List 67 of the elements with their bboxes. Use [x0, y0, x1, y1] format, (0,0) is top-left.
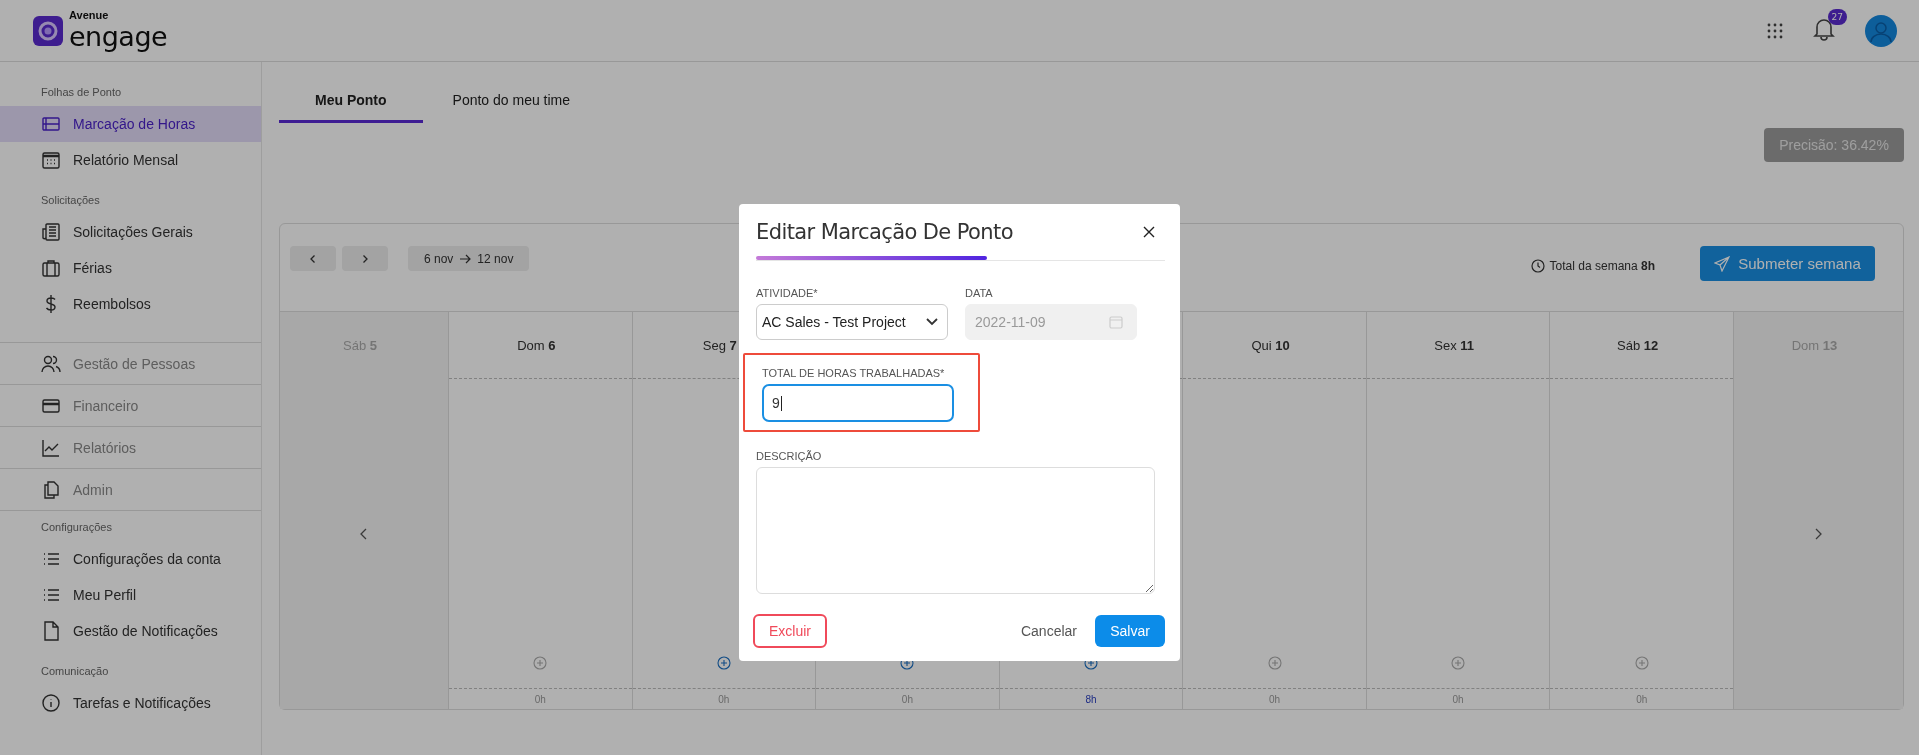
sidebar-item[interactable]: Marcação de Horas: [0, 106, 261, 142]
logo-icon: [33, 15, 63, 46]
sidebar-item[interactable]: Gestão de Notificações: [0, 613, 261, 649]
day-hours: 0h: [1452, 693, 1464, 705]
day-header: Sáb 12: [1617, 337, 1659, 353]
info-icon: [41, 693, 61, 713]
calendar-icon: [1108, 314, 1124, 330]
chevron-left-icon[interactable]: [359, 526, 369, 541]
section-title: Folhas de Ponto: [40, 86, 123, 100]
day-header: Dom 6: [517, 337, 556, 353]
sidebar-item[interactable]: Férias: [0, 250, 261, 286]
day-hours: 8h: [1085, 693, 1097, 705]
hours-input[interactable]: 9: [762, 384, 954, 422]
chevron-left-icon: [308, 253, 318, 264]
week-total: Total da semana 8h: [1549, 258, 1655, 273]
apps-grid-icon[interactable]: [1767, 22, 1783, 39]
delete-button[interactable]: Excluir: [753, 614, 827, 648]
sidebar-item[interactable]: Configurações da conta: [0, 541, 261, 577]
calendar-icon: [41, 150, 61, 170]
tab[interactable]: Meu Ponto: [279, 82, 423, 123]
field-label: DESCRIÇÃO: [756, 450, 823, 462]
day-header: Sex 11: [1434, 337, 1474, 353]
day-hours: 0h: [1269, 693, 1281, 705]
range-end: 12 nov: [477, 251, 514, 266]
sidebar-item[interactable]: Relatório Mensal: [0, 142, 261, 178]
logo-text: engage: [69, 21, 168, 52]
section-title: Solicitações: [40, 194, 101, 208]
day-hours: 0h: [1636, 693, 1648, 705]
rows-icon: [41, 114, 61, 134]
sidebar-item[interactable]: Tarefas e Notificações: [0, 685, 261, 721]
chevron-right-icon: [360, 253, 370, 264]
news-icon: [41, 222, 61, 242]
arrow-right-icon: [459, 253, 472, 264]
clock-icon: [1530, 258, 1545, 273]
day-header: Qui 10: [1251, 337, 1290, 353]
sidebar-item[interactable]: Solicitações Gerais: [0, 214, 261, 250]
cancel-button[interactable]: Cancelar: [1014, 622, 1083, 640]
caret-icon: [925, 317, 939, 327]
field-label: DATA: [965, 287, 994, 299]
avatar-icon[interactable]: [1865, 14, 1897, 47]
section-title: Configurações: [40, 521, 113, 535]
file-icon: [41, 621, 61, 641]
sidebar-item[interactable]: Meu Perfil: [0, 577, 261, 613]
field-label: ATIVIDADE*: [756, 287, 819, 299]
sidebar-item[interactable]: Reembolsos: [0, 286, 261, 322]
save-button[interactable]: Salvar: [1095, 615, 1165, 647]
send-icon: [1714, 255, 1731, 272]
people-icon: [41, 353, 61, 374]
day-hours: 0h: [901, 693, 913, 705]
day-hours: 0h: [534, 693, 546, 705]
logo-text: Avenue: [69, 9, 110, 21]
docs-icon: [41, 479, 61, 500]
add-entry-icon[interactable]: [716, 656, 731, 670]
close-icon[interactable]: [1143, 226, 1155, 238]
tab[interactable]: Ponto do meu time: [422, 82, 601, 123]
activity-select[interactable]: AC Sales - Test Project: [756, 304, 948, 340]
chart-icon: [41, 437, 61, 458]
day-hours: 0h: [718, 693, 730, 705]
suitcase-icon: [41, 258, 61, 278]
notification-badge: 27: [1827, 8, 1847, 25]
field-label: TOTAL DE HORAS TRABALHADAS*: [762, 367, 946, 379]
dialog-title: Editar Marcação De Ponto: [756, 220, 1013, 244]
description-field[interactable]: [756, 467, 1155, 594]
section-title: Comunicação: [40, 665, 110, 679]
day-header: Seg 7: [702, 337, 737, 353]
range-start: 6 nov: [424, 251, 454, 266]
chevron-right-icon[interactable]: [1813, 526, 1824, 541]
